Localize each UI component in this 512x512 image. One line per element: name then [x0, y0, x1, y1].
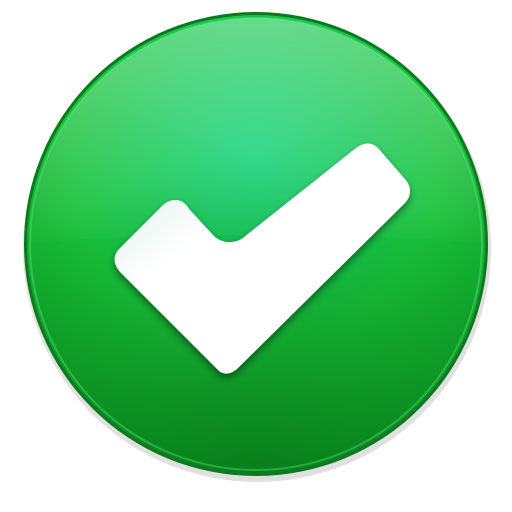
checkmark-badge — [0, 0, 512, 512]
badge-gloss — [30, 18, 482, 244]
checkmark-icon — [23, 12, 491, 482]
